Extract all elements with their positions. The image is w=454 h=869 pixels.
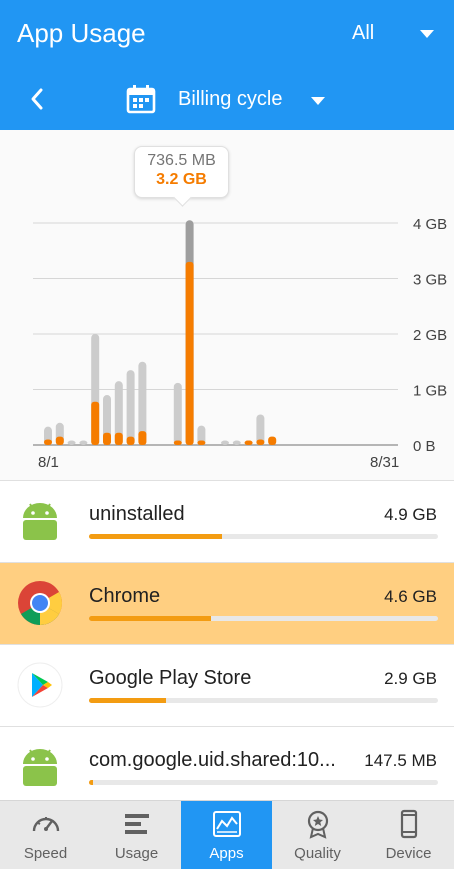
back-chevron-icon[interactable] — [24, 84, 50, 114]
usage-progress-fill — [89, 698, 166, 703]
app-row-chrome[interactable]: Chrome 4.6 GB — [0, 562, 454, 644]
usage-progress-fill — [89, 780, 94, 785]
speedometer-icon — [32, 817, 60, 832]
nav-speed[interactable]: Speed — [0, 801, 91, 869]
nav-usage[interactable]: Usage — [91, 801, 182, 869]
app-title: App Usage — [17, 18, 146, 48]
wifi-usage-bar — [244, 440, 253, 445]
app-usage-list: uninstalled 4.9 GB Chrome 4.6 GB Google … — [0, 480, 454, 808]
billing-cycle-selector[interactable]: Billing cycle — [178, 88, 282, 111]
wifi-usage-bar — [44, 439, 52, 445]
total-usage-bar — [173, 382, 182, 445]
usage-progress-fill — [89, 534, 222, 539]
wifi-usage-bar — [114, 432, 123, 445]
nav-label: Quality — [294, 845, 341, 862]
y-tick-label: 3 GB — [413, 272, 447, 289]
apps-chart-icon — [213, 811, 241, 837]
app-data-size: 4.9 GB — [384, 505, 437, 524]
wifi-usage-bar — [138, 431, 147, 445]
wifi-usage-bar — [173, 440, 182, 445]
wifi-usage-bar — [268, 436, 277, 445]
usage-progress-track — [89, 616, 438, 621]
y-tick-label: 1 GB — [413, 383, 447, 400]
app-data-size: 2.9 GB — [384, 669, 437, 688]
app-name: Chrome — [89, 585, 161, 607]
android-icon — [23, 503, 57, 540]
bottom-navigation: Speed Usage Apps Quality Device — [0, 800, 454, 869]
wifi-usage-bar — [185, 261, 194, 445]
filter-dropdown[interactable]: All — [352, 22, 374, 45]
nav-apps[interactable]: Apps — [181, 801, 272, 869]
wifi-usage-bar — [126, 436, 135, 445]
nav-label: Device — [385, 845, 432, 862]
total-usage-bar — [232, 440, 241, 445]
usage-progress-track — [89, 534, 438, 539]
app-row-google-play-store[interactable]: Google Play Store 2.9 GB — [0, 644, 454, 726]
tooltip-mobile-value: 736.5 MB — [147, 152, 216, 169]
total-usage-bar — [79, 440, 88, 445]
top-app-bar: App Usage All Billing cycle — [0, 0, 454, 130]
app-data-size: 147.5 MB — [364, 751, 437, 770]
app-name: uninstalled — [89, 503, 185, 525]
usage-list-icon — [125, 814, 149, 834]
nav-label: Apps — [209, 845, 244, 862]
android-icon — [23, 749, 57, 786]
quality-badge-icon — [307, 810, 329, 839]
usage-chart[interactable]: 0 B 1 GB 2 GB 3 GB 4 GB 8/1 8/31 736.5 MB 3.2 … — [0, 130, 454, 480]
wifi-usage-bar — [91, 401, 100, 445]
play-store-icon — [17, 662, 63, 708]
chrome-icon — [18, 581, 62, 625]
x-tick-label-end: 8/31 — [370, 454, 399, 471]
app-name: Google Play Store — [89, 667, 252, 689]
calendar-icon[interactable] — [126, 84, 156, 114]
x-tick-label-start: 8/1 — [38, 454, 59, 471]
app-name: com.google.uid.shared:10... — [89, 749, 336, 771]
y-tick-label: 2 GB — [413, 327, 447, 344]
nav-label: Speed — [23, 845, 68, 862]
nav-label: Usage — [114, 845, 159, 862]
nav-device[interactable]: Device — [363, 801, 454, 869]
nav-quality[interactable]: Quality — [272, 801, 363, 869]
chart-tooltip: 736.5 MB 3.2 GB — [134, 146, 229, 198]
usage-progress-fill — [89, 616, 212, 621]
total-usage-bar — [67, 440, 76, 445]
app-row-com-google-uid-shared[interactable]: com.google.uid.shared:10... 147.5 MB — [0, 726, 454, 808]
wifi-usage-bar — [103, 432, 111, 445]
usage-progress-track — [89, 698, 438, 703]
billing-cycle-caret-icon[interactable] — [311, 97, 325, 105]
filter-dropdown-caret-icon[interactable] — [420, 30, 434, 38]
device-icon — [400, 809, 418, 839]
wifi-usage-bar — [197, 440, 206, 445]
total-usage-bar — [126, 370, 135, 445]
wifi-usage-bar — [55, 436, 64, 445]
tooltip-wifi-value: 3.2 GB — [156, 171, 207, 188]
y-tick-label: 0 B — [413, 438, 436, 455]
app-row-uninstalled[interactable]: uninstalled 4.9 GB — [0, 480, 454, 562]
app-data-size: 4.6 GB — [384, 587, 437, 606]
y-tick-label: 4 GB — [413, 216, 447, 233]
total-usage-bar — [221, 440, 229, 445]
wifi-usage-bar — [256, 439, 265, 445]
usage-progress-track — [89, 780, 438, 785]
